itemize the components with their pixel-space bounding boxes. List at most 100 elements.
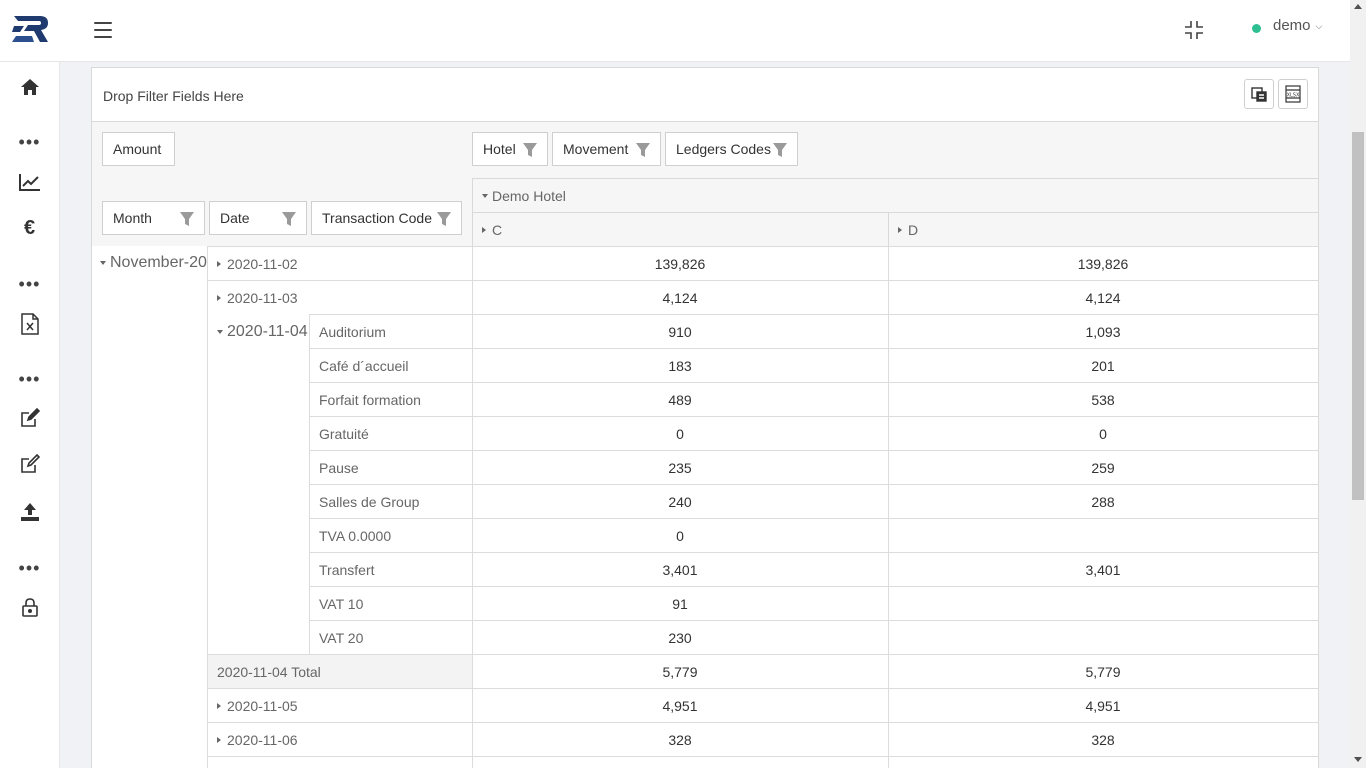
column-field-hotel[interactable]: Hotel [472, 132, 548, 166]
table-row: Transfert 3,401 3,401 [309, 552, 1318, 586]
exit-fullscreen-icon[interactable] [1184, 20, 1204, 40]
export-xlsx-button[interactable]: XLSX [1278, 79, 1308, 109]
expand-arrow-icon[interactable] [217, 736, 221, 743]
table-row: Forfait formation 489 538 [309, 382, 1318, 416]
expand-arrow-icon[interactable] [898, 226, 902, 233]
sidebar-item-currency[interactable]: € [0, 213, 59, 243]
more-dots-icon[interactable]: ••• [0, 133, 59, 151]
column-header-hotel[interactable]: Demo Hotel [472, 178, 1318, 212]
column-header-movement-d[interactable]: D [888, 212, 1318, 246]
row-header-transaction[interactable]: Pause [309, 451, 472, 484]
value-cell-d: 288 [1091, 493, 1115, 510]
column-header-movement-c[interactable]: C [472, 212, 888, 246]
sidebar-item-edit-alt[interactable] [0, 449, 59, 479]
more-dots-icon[interactable]: ••• [0, 275, 59, 293]
row-header-date[interactable]: 2020-11-02 [207, 247, 472, 280]
header-label: Demo Hotel [492, 187, 566, 204]
value-cell-c: 0 [676, 527, 684, 544]
row-header-transaction[interactable]: Forfait formation [309, 383, 472, 416]
row-header-transaction[interactable]: Auditorium [309, 315, 472, 348]
subtotal-value-d: 5,779 [888, 655, 1318, 688]
filter-drop-label: Drop Filter Fields Here [103, 88, 244, 104]
value-cell-d: 1,093 [1085, 323, 1121, 340]
expand-arrow-icon[interactable] [217, 702, 221, 709]
row-header-date[interactable]: 2020-11-05 [207, 689, 472, 722]
filter-drop-zone[interactable]: Drop Filter Fields Here XLSX [92, 68, 1318, 122]
brand-logo[interactable] [12, 14, 50, 44]
user-menu[interactable]: demo ⌵ [1252, 14, 1322, 36]
online-status-dot [1252, 23, 1261, 33]
row-header-transaction[interactable]: VAT 10 [309, 587, 472, 620]
pivot-table: Drop Filter Fields Here XLSX Amount Hote… [91, 67, 1319, 768]
measure-chip-amount[interactable]: Amount [102, 132, 175, 166]
row-label: 2020-11-06 [227, 731, 298, 748]
scroll-up-icon[interactable] [1354, 4, 1362, 9]
filter-icon[interactable] [522, 142, 538, 158]
filter-icon[interactable] [436, 211, 452, 227]
more-dots-icon[interactable]: ••• [0, 370, 59, 388]
sidebar-item-lock[interactable] [0, 592, 59, 622]
table-row: 2020-11-02 139,826 139,826 [207, 246, 1318, 280]
expand-arrow-icon[interactable] [217, 260, 221, 267]
sidebar-item-charts[interactable] [0, 167, 59, 197]
row-field-month[interactable]: Month [102, 201, 205, 235]
value-cell-c: 4,951 [662, 697, 698, 714]
sidebar-item-upload[interactable] [0, 497, 59, 527]
more-dots-icon[interactable]: ••• [0, 559, 59, 577]
value-cell-c: 230 [668, 629, 692, 646]
row-header-transaction[interactable]: Café d´accueil [309, 349, 472, 382]
value-cell-c: 183 [668, 357, 692, 374]
edit-square-icon [20, 408, 40, 427]
pencil-square-icon [20, 454, 40, 473]
field-list-button[interactable] [1244, 79, 1274, 109]
table-row: 2020-11-06 328 328 [207, 722, 1318, 756]
value-cell-d [888, 519, 1318, 552]
table-row: Auditorium 910 1,093 [309, 314, 1318, 348]
subtotal-label: 2020-11-04 Total [217, 663, 321, 680]
row-header-transaction[interactable]: Gratuité [309, 417, 472, 450]
sidebar-item-home[interactable] [0, 72, 59, 102]
expand-arrow-icon[interactable] [482, 226, 486, 233]
header-label: C [492, 221, 503, 238]
collapse-arrow-icon[interactable] [482, 193, 488, 198]
row-header-transaction[interactable]: VAT 20 [309, 621, 472, 654]
collapse-arrow-icon[interactable] [100, 261, 106, 265]
row-label: 2020-11-04 [227, 322, 308, 340]
vertical-scrollbar[interactable] [1350, 0, 1366, 768]
table-row [207, 756, 1318, 768]
scroll-down-icon[interactable] [1354, 757, 1362, 762]
row-field-date[interactable]: Date [209, 201, 307, 235]
row-header-date[interactable]: 2020-11-03 [207, 281, 472, 314]
row-header-date-expanded[interactable]: 2020-11-04 [207, 315, 309, 348]
filter-icon[interactable] [772, 142, 788, 158]
excel-file-icon [20, 313, 39, 335]
menu-toggle-icon[interactable] [94, 22, 112, 38]
filter-icon[interactable] [635, 142, 651, 158]
column-field-movement[interactable]: Movement [552, 132, 661, 166]
row-field-transaction-code[interactable]: Transaction Code [311, 201, 462, 235]
row-header-transaction[interactable]: Transfert [309, 553, 472, 586]
row-header-month[interactable]: November-20 [92, 247, 207, 279]
table-row: Café d´accueil 183 201 [309, 348, 1318, 382]
row-header-transaction[interactable]: Salles de Group [309, 485, 472, 518]
subtotal-row: 2020-11-04 Total 5,779 5,779 [207, 654, 1318, 688]
filter-icon[interactable] [281, 211, 297, 227]
value-cell-d [888, 621, 1318, 654]
sidebar-item-edit[interactable] [0, 403, 59, 433]
grid-line [309, 314, 310, 654]
value-cell-c: 91 [672, 595, 688, 612]
column-field-ledgers-codes[interactable]: Ledgers Codes [665, 132, 798, 166]
row-header-transaction[interactable]: TVA 0.0000 [309, 519, 472, 552]
filter-icon[interactable] [179, 211, 195, 227]
top-header: demo ⌵ [0, 0, 1350, 62]
expand-arrow-icon[interactable] [217, 294, 221, 301]
euro-icon: € [23, 216, 36, 239]
sidebar-item-excel[interactable] [0, 309, 59, 339]
field-label: Date [220, 210, 250, 226]
value-cell-d: 3,401 [1085, 561, 1121, 578]
row-header-date[interactable]: 2020-11-06 [207, 723, 472, 756]
scrollbar-thumb[interactable] [1352, 132, 1364, 500]
line-chart-icon [18, 174, 40, 191]
collapse-arrow-icon[interactable] [217, 329, 223, 334]
table-row: VAT 10 91 [309, 586, 1318, 620]
